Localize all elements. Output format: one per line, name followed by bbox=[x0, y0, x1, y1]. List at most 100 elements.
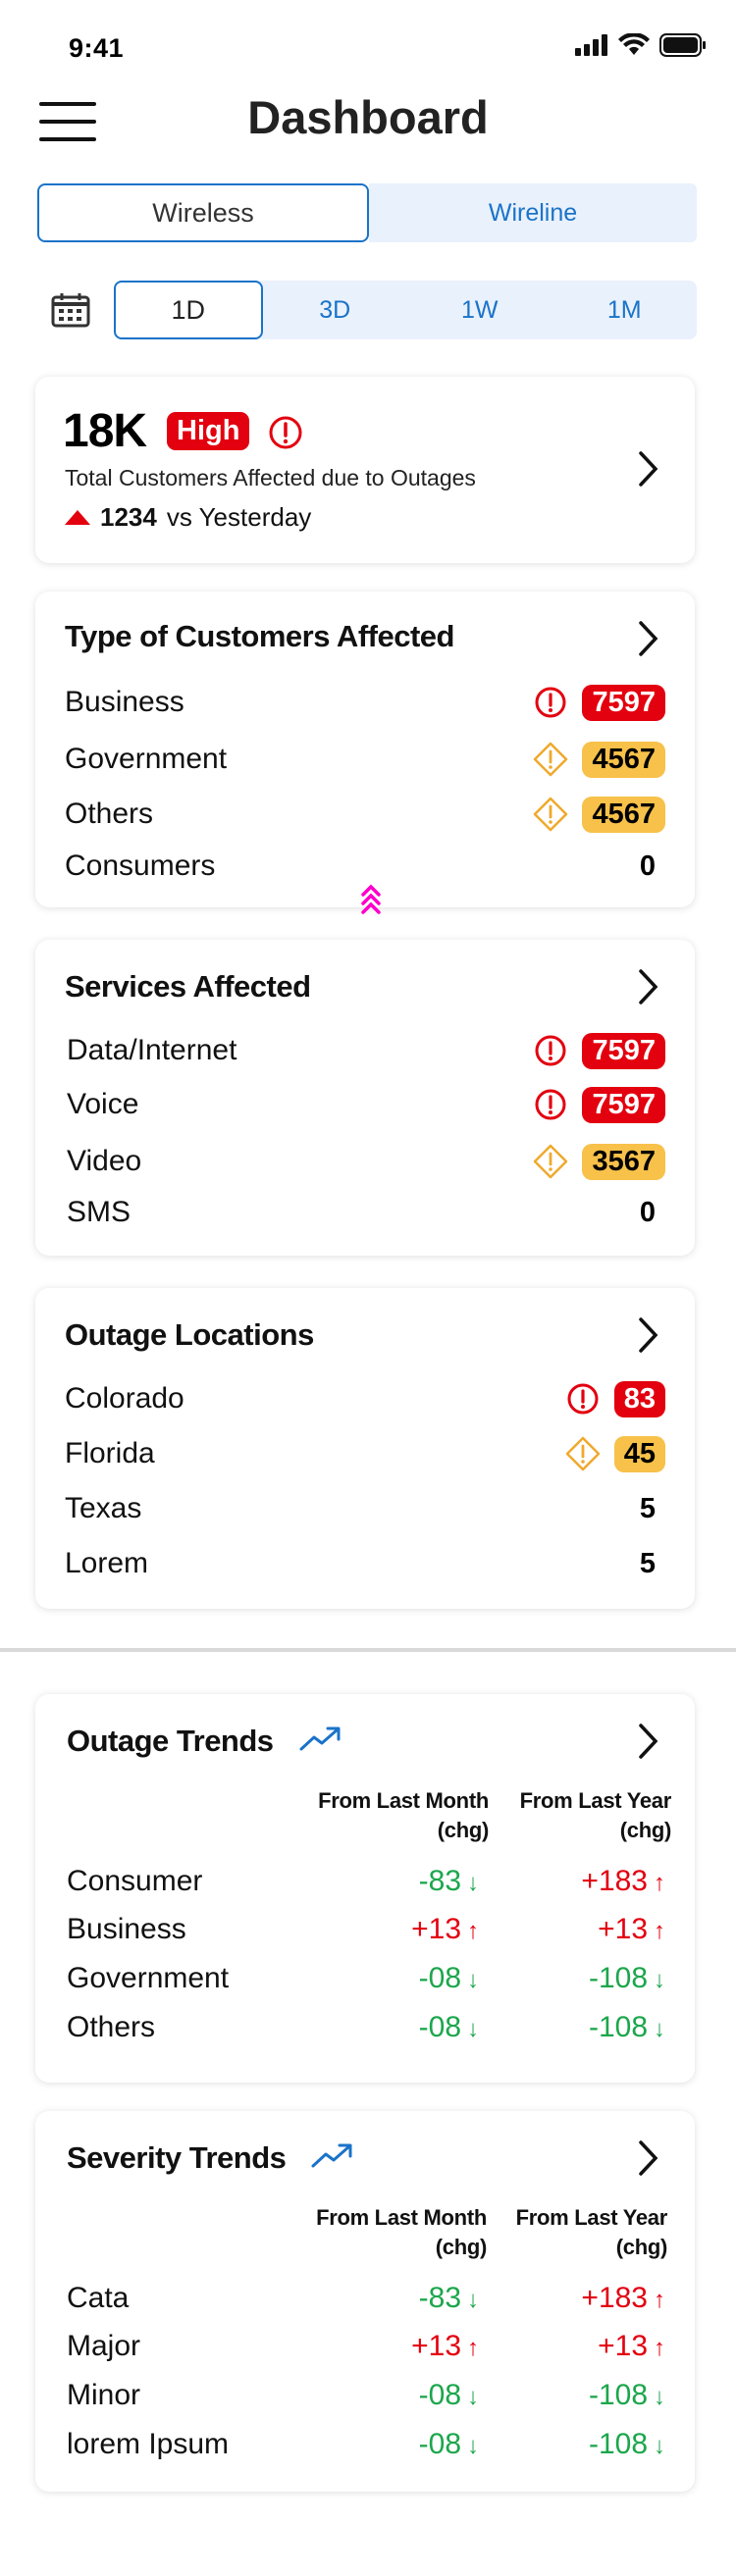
change-value: -108 bbox=[588, 1962, 648, 1994]
count-value: 5 bbox=[639, 1492, 656, 1524]
trend-up-icon bbox=[65, 510, 90, 525]
change-value: +13 bbox=[598, 1913, 648, 1945]
change-value: -83 bbox=[418, 2282, 461, 2314]
year-change: -108 ↓ bbox=[479, 2428, 665, 2461]
trend-up-icon bbox=[311, 2143, 352, 2168]
column-header-line: (chg) bbox=[619, 1818, 672, 1842]
range-option-1w[interactable]: 1W bbox=[407, 281, 552, 339]
status-time: 9:41 bbox=[69, 33, 125, 63]
row-label: Government bbox=[67, 1962, 230, 1994]
table-row: Others -08 ↓ -108 ↓ bbox=[67, 2006, 665, 2049]
row-label: Major bbox=[67, 2330, 141, 2362]
change-value: +183 bbox=[581, 2282, 648, 2314]
change-value: 1234 bbox=[100, 502, 157, 532]
column-header-line: (chg) bbox=[437, 1818, 490, 1842]
table-row: Minor -08 ↓ -108 ↓ bbox=[67, 2374, 665, 2417]
list-item: Lorem 5 bbox=[65, 1542, 665, 1585]
column-header-last-month: From Last Month (chg) bbox=[316, 2203, 487, 2262]
count-badge: 3567 bbox=[582, 1143, 665, 1180]
alert-circle-icon bbox=[269, 416, 302, 449]
arrow-down-icon: ↓ bbox=[467, 1967, 479, 1993]
summary-card[interactable]: 18K High Total Customers Affected due to… bbox=[35, 377, 695, 563]
change-suffix: vs Yesterday bbox=[166, 502, 312, 532]
arrow-up-icon: ↑ bbox=[654, 1870, 665, 1896]
section-divider bbox=[0, 1648, 736, 1652]
range-option-1m[interactable]: 1M bbox=[552, 281, 698, 339]
month-change: -83 ↓ bbox=[292, 1865, 479, 1898]
row-label: Colorado bbox=[65, 1382, 184, 1415]
change-value: +13 bbox=[411, 2330, 461, 2362]
range-option-1d[interactable]: 1D bbox=[114, 281, 263, 339]
change-value: -08 bbox=[418, 2428, 461, 2460]
count-value: 5 bbox=[639, 1547, 656, 1579]
column-header-line: (chg) bbox=[615, 2235, 668, 2259]
column-header-last-year: From Last Year (chg) bbox=[520, 1786, 672, 1845]
change-value: -08 bbox=[418, 2379, 461, 2411]
count-value: 0 bbox=[639, 850, 656, 882]
row-label: Others bbox=[65, 798, 154, 830]
customers-affected-card[interactable]: Type of Customers Affected Business 7597… bbox=[35, 592, 695, 907]
change-vs-yesterday: 1234 vs Yesterday bbox=[65, 502, 311, 533]
status-icons bbox=[575, 33, 707, 57]
row-label: lorem Ipsum bbox=[67, 2428, 230, 2460]
year-change: +183 ↑ bbox=[479, 1865, 665, 1898]
table-row: lorem Ipsum -08 ↓ -108 ↓ bbox=[67, 2423, 665, 2466]
change-value: -08 bbox=[418, 1962, 461, 1994]
chevron-right-icon[interactable] bbox=[636, 619, 661, 658]
severity-trends-card[interactable]: Severity Trends From Last Month (chg) Fr… bbox=[35, 2111, 695, 2492]
month-change: -08 ↓ bbox=[292, 1962, 479, 1995]
alert-circle-icon bbox=[567, 1383, 599, 1415]
row-label: Florida bbox=[65, 1437, 155, 1469]
change-value: +13 bbox=[411, 1913, 461, 1945]
warning-diamond-icon bbox=[534, 1144, 568, 1179]
scroll-up-chevrons-icon[interactable] bbox=[359, 883, 383, 916]
list-item: Video 3567 bbox=[67, 1140, 665, 1183]
month-change: +13 ↑ bbox=[292, 2330, 479, 2363]
column-header-line: From Last Year bbox=[515, 2205, 668, 2230]
card-title: Outage Locations bbox=[65, 1317, 314, 1352]
card-title: Type of Customers Affected bbox=[65, 619, 454, 653]
count-badge: 7597 bbox=[582, 1086, 665, 1123]
total-affected-value: 18K bbox=[63, 405, 147, 457]
row-label: Data/Internet bbox=[67, 1034, 237, 1066]
outage-locations-card[interactable]: Outage Locations Colorado 83 Florida 45 … bbox=[35, 1288, 695, 1609]
count-badge: 4567 bbox=[582, 796, 665, 833]
list-item: Florida 45 bbox=[65, 1432, 665, 1475]
change-value: +183 bbox=[581, 1865, 648, 1897]
calendar-icon[interactable] bbox=[51, 292, 90, 328]
year-change: -108 ↓ bbox=[479, 2379, 665, 2412]
arrow-down-icon: ↓ bbox=[467, 2287, 479, 2313]
arrow-up-icon: ↑ bbox=[654, 1918, 665, 1944]
row-label: Minor bbox=[67, 2379, 141, 2411]
count-badge: 45 bbox=[613, 1435, 665, 1472]
change-value: -08 bbox=[418, 2011, 461, 2043]
range-option-3d[interactable]: 3D bbox=[263, 281, 408, 339]
count-badge: 4567 bbox=[582, 741, 665, 778]
chevron-right-icon[interactable] bbox=[636, 967, 661, 1006]
tab-wireless[interactable]: Wireless bbox=[37, 183, 369, 242]
card-title: Outage Trends bbox=[67, 1724, 274, 1758]
list-item: Data/Internet 7597 bbox=[67, 1029, 665, 1072]
column-header-last-month: From Last Month (chg) bbox=[318, 1786, 489, 1845]
year-change: +13 ↑ bbox=[479, 2330, 665, 2363]
card-title: Severity Trends bbox=[67, 2140, 287, 2175]
tab-wireline[interactable]: Wireline bbox=[369, 183, 697, 242]
chevron-right-icon[interactable] bbox=[636, 1722, 661, 1761]
count-badge: 7597 bbox=[582, 1032, 665, 1069]
change-value: -108 bbox=[588, 2379, 648, 2411]
list-item: Consumers 0 bbox=[65, 845, 665, 888]
app-header: Dashboard bbox=[0, 88, 736, 147]
services-affected-card[interactable]: Services Affected Data/Internet 7597 Voi… bbox=[35, 940, 695, 1256]
chevron-right-icon[interactable] bbox=[636, 449, 661, 489]
chevron-right-icon[interactable] bbox=[636, 2138, 661, 2178]
status-bar: 9:41 bbox=[0, 0, 736, 88]
month-change: -83 ↓ bbox=[292, 2282, 479, 2315]
list-item: Government 4567 bbox=[65, 738, 665, 781]
outage-trends-card[interactable]: Outage Trends From Last Month (chg) From… bbox=[35, 1694, 695, 2083]
network-segmented-control: Wireless Wireline bbox=[37, 183, 697, 242]
chevron-right-icon[interactable] bbox=[636, 1315, 661, 1355]
arrow-up-icon: ↑ bbox=[654, 2287, 665, 2313]
severity-badge: High bbox=[167, 412, 250, 450]
list-item: Voice 7597 bbox=[67, 1083, 665, 1126]
row-label: Consumer bbox=[67, 1865, 203, 1897]
